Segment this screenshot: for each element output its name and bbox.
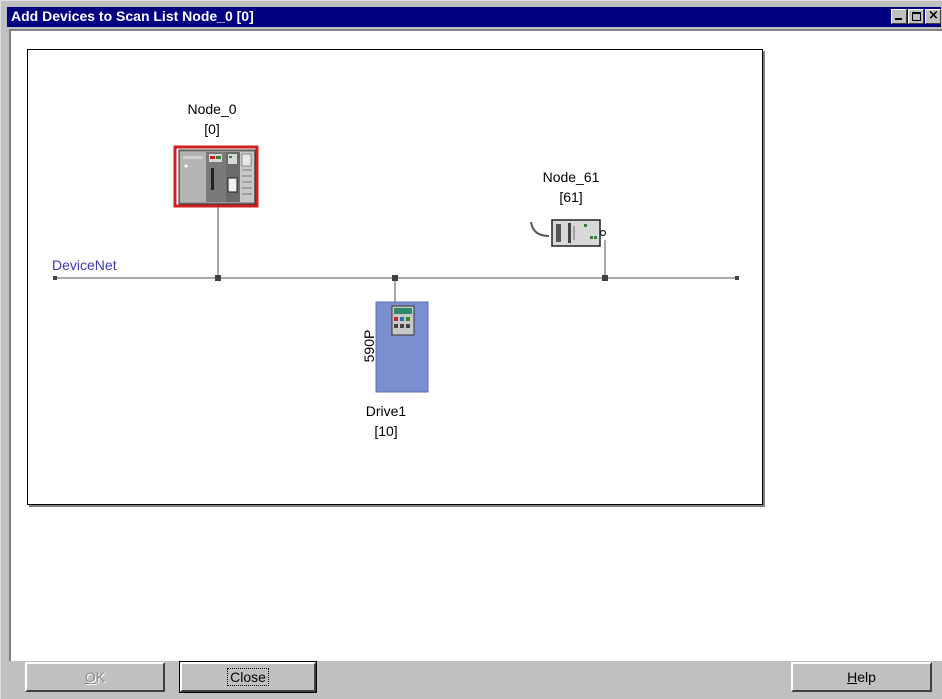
ok-button-label: OK	[84, 669, 106, 685]
device-node-0-address: [0]	[204, 121, 220, 137]
tap-point-node-0	[215, 275, 221, 281]
trunk-end-right	[735, 276, 739, 280]
network-diagram: DeviceNet Node_0 [0] Node_61 [61] 590P D…	[52, 100, 739, 440]
tap-point-drive1	[392, 275, 398, 281]
device-node-0[interactable]: Node_0 [0]	[173, 100, 259, 208]
add-devices-dialog: Add Devices to Scan List Node_0 [0] × De…	[0, 0, 942, 699]
minimize-icon[interactable]	[891, 9, 907, 24]
close-button[interactable]: Close	[179, 661, 317, 693]
drive-icon	[375, 301, 429, 393]
device-drive1-address: [10]	[374, 423, 397, 439]
network-canvas[interactable]: DeviceNet Node_0 [0] Node_61 [61] 590P D…	[27, 49, 763, 505]
device-node-61-name: Node_61	[543, 169, 600, 185]
device-node-61[interactable]: Node_61 [61]	[530, 168, 611, 247]
trunk-end-left	[53, 276, 57, 280]
device-drive1-name: Drive1	[366, 403, 407, 419]
close-button-label: Close	[227, 668, 269, 686]
help-button-label: Help	[847, 669, 876, 685]
network-name-label: DeviceNet	[52, 257, 117, 273]
device-drive1[interactable]: 590P Drive1 [10]	[358, 301, 429, 440]
ok-button[interactable]: OK	[25, 662, 165, 692]
scanner-module-icon	[530, 219, 607, 247]
device-node-0-name: Node_0	[187, 101, 236, 117]
window-controls: ×	[891, 8, 941, 25]
drive-model-label: 590P	[361, 330, 377, 363]
window-title: Add Devices to Scan List Node_0 [0]	[11, 8, 254, 24]
close-icon[interactable]: ×	[925, 8, 941, 24]
title-bar[interactable]: Add Devices to Scan List Node_0 [0] ×	[7, 7, 941, 27]
maximize-icon[interactable]	[908, 9, 924, 24]
plc-chassis-icon	[173, 145, 259, 208]
tap-point-node-61	[602, 275, 608, 281]
device-node-61-address: [61]	[559, 189, 582, 205]
help-button[interactable]: Help	[791, 662, 932, 692]
